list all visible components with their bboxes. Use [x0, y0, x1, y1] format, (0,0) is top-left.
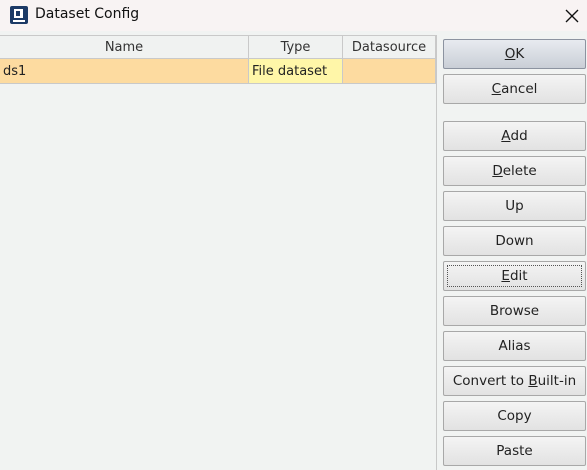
close-button[interactable] — [557, 0, 587, 31]
delete-mnemonic: D — [492, 163, 503, 179]
cell-type[interactable]: File dataset — [249, 59, 343, 83]
alias-button[interactable]: Alias — [443, 331, 586, 361]
cancel-label-post: ancel — [501, 81, 538, 97]
delete-button[interactable]: Delete — [443, 156, 586, 186]
title-bar: Dataset Config — [0, 0, 587, 31]
edit-label-post: dit — [509, 268, 528, 284]
down-button[interactable]: Down — [443, 226, 586, 256]
delete-label-post: elete — [502, 163, 537, 179]
convert-mnemonic: B — [528, 373, 538, 389]
edit-button[interactable]: Edit — [443, 261, 586, 291]
table-header: Name Type Datasource — [0, 35, 436, 59]
copy-button[interactable]: Copy — [443, 401, 586, 431]
browse-label: Browse — [489, 303, 540, 319]
ok-button[interactable]: OK — [443, 39, 586, 69]
column-header-type[interactable]: Type — [249, 36, 343, 58]
cancel-button[interactable]: Cancel — [443, 74, 586, 104]
cell-name[interactable]: ds1 — [0, 59, 249, 83]
table-row[interactable]: ds1 File dataset — [0, 59, 436, 84]
convert-label-post: uilt-in — [537, 373, 577, 389]
close-icon — [565, 9, 579, 22]
paste-label: Paste — [496, 443, 533, 459]
paste-button[interactable]: Paste — [443, 436, 586, 466]
copy-label: Copy — [497, 408, 532, 424]
window-title: Dataset Config — [35, 6, 140, 22]
edit-mnemonic: E — [501, 268, 510, 284]
up-label: Up — [505, 198, 524, 214]
convert-to-builtin-button[interactable]: Convert to Built-in — [443, 366, 586, 396]
dataset-table[interactable]: Name Type Datasource ds1 File dataset — [0, 35, 437, 470]
column-header-name[interactable]: Name — [0, 36, 249, 58]
cell-datasource[interactable] — [343, 59, 436, 83]
up-button[interactable]: Up — [443, 191, 586, 221]
column-header-datasource[interactable]: Datasource — [343, 36, 436, 58]
add-button[interactable]: Add — [443, 121, 586, 151]
add-label-post: dd — [510, 128, 528, 144]
ok-mnemonic: O — [504, 46, 516, 62]
app-logo-icon — [10, 6, 28, 24]
convert-label-pre: Convert to — [452, 373, 529, 389]
browse-button[interactable]: Browse — [443, 296, 586, 326]
ok-label-post: K — [515, 46, 525, 62]
down-label: Down — [495, 233, 534, 249]
add-mnemonic: A — [501, 128, 511, 144]
alias-label: Alias — [498, 338, 531, 354]
cancel-mnemonic: C — [491, 81, 502, 97]
